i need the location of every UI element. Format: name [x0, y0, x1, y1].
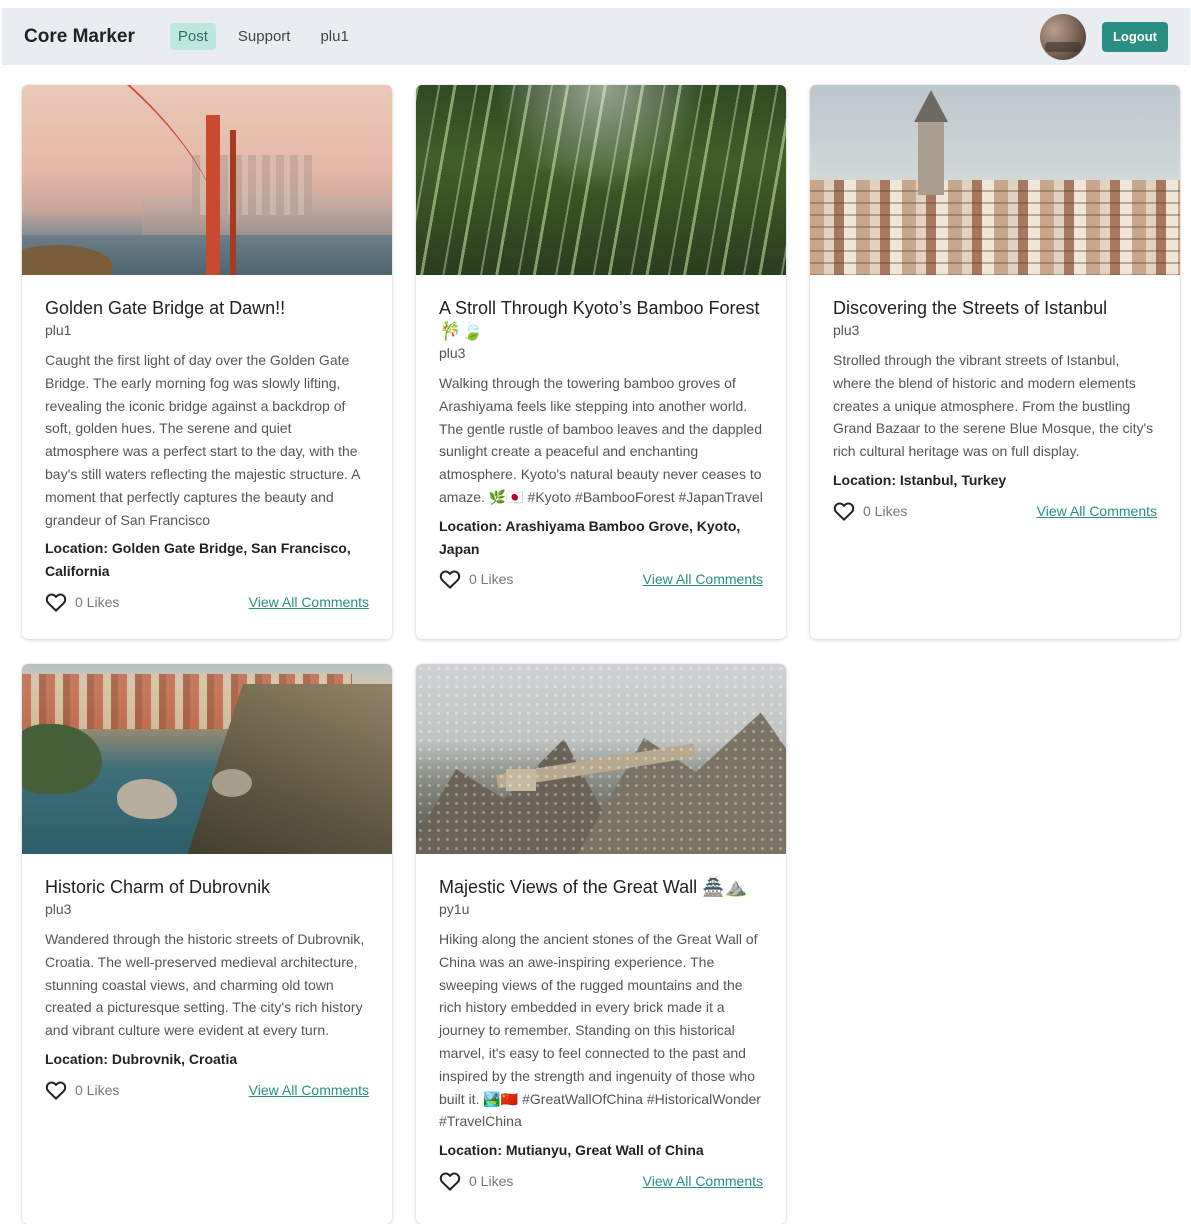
post-text: Hiking along the ancient stones of the G…	[439, 931, 761, 1130]
post-location: Location: Dubrovnik, Croatia	[45, 1050, 238, 1067]
post-card-istanbul: Discovering the Streets of Istanbul plu3…	[810, 85, 1180, 639]
post-location: Location: Istanbul, Turkey	[833, 471, 1007, 488]
card-footer: 0 Likes View All Comments	[833, 501, 1157, 521]
likes-count: 0 Likes	[863, 502, 908, 519]
view-comments-link[interactable]: View All Comments	[1037, 503, 1157, 519]
post-title: Golden Gate Bridge at Dawn!!	[45, 298, 286, 318]
likes-count: 0 Likes	[469, 571, 514, 588]
card-footer: 0 Likes View All Comments	[45, 1080, 369, 1100]
heart-icon[interactable]	[45, 592, 67, 612]
card-body: Discovering the Streets of Istanbul plu3…	[810, 275, 1180, 539]
post-text: Walking through the towering bamboo grov…	[439, 375, 763, 505]
card-body: A Stroll Through Kyoto’s Bamboo Forest 🎋…	[416, 275, 786, 607]
post-image	[22, 85, 392, 275]
post-title: Historic Charm of Dubrovnik	[45, 877, 271, 897]
post-location: Location: Golden Gate Bridge, San Franci…	[45, 540, 351, 580]
post-card-kyoto: A Stroll Through Kyoto’s Bamboo Forest 🎋…	[416, 85, 786, 639]
card-body: Majestic Views of the Great Wall 🏯⛰️ py1…	[416, 854, 786, 1209]
heart-icon[interactable]	[833, 501, 855, 521]
post-author: plu1	[45, 322, 72, 338]
card-footer: 0 Likes View All Comments	[45, 592, 369, 612]
post-card-golden-gate: Golden Gate Bridge at Dawn!! plu1 Caught…	[22, 85, 392, 639]
post-image	[416, 85, 786, 275]
brand-logo[interactable]: Core Marker	[24, 26, 135, 48]
post-location: Location: Arashiyama Bamboo Grove, Kyoto…	[439, 517, 741, 557]
post-text: Strolled through the vibrant streets of …	[833, 352, 1154, 460]
nav-link-post[interactable]: Post	[169, 23, 216, 50]
post-card-dubrovnik: Historic Charm of Dubrovnik plu3 Wandere…	[22, 664, 392, 1224]
navbar: Core Marker Post Support plu1 Logout	[2, 8, 1190, 65]
post-title: Majestic Views of the Great Wall 🏯⛰️	[439, 877, 747, 897]
post-card-great-wall: Majestic Views of the Great Wall 🏯⛰️ py1…	[416, 664, 786, 1224]
logout-button[interactable]: Logout	[1101, 21, 1168, 52]
post-image	[810, 85, 1180, 275]
post-author: py1u	[439, 901, 470, 917]
post-text: Wandered through the historic streets of…	[45, 931, 365, 1039]
card-footer: 0 Likes View All Comments	[439, 1171, 763, 1191]
card-body: Golden Gate Bridge at Dawn!! plu1 Caught…	[22, 275, 392, 630]
likes-count: 0 Likes	[75, 1081, 120, 1098]
heart-icon[interactable]	[439, 569, 461, 590]
nav-right: Logout	[1039, 13, 1168, 60]
view-comments-link[interactable]: View All Comments	[643, 1173, 763, 1189]
nav-link-user[interactable]: plu1	[312, 23, 356, 50]
view-comments-link[interactable]: View All Comments	[249, 594, 369, 610]
user-avatar[interactable]	[1039, 13, 1086, 60]
heart-icon[interactable]	[439, 1171, 461, 1191]
post-location: Location: Mutianyu, Great Wall of China	[439, 1142, 704, 1159]
post-image	[22, 664, 392, 854]
card-footer: 0 Likes View All Comments	[439, 569, 763, 590]
likes-count: 0 Likes	[469, 1172, 514, 1189]
post-image	[416, 664, 786, 854]
post-title: A Stroll Through Kyoto’s Bamboo Forest 🎋…	[439, 298, 760, 341]
post-author: plu3	[439, 345, 466, 361]
post-author: plu3	[45, 901, 72, 917]
view-comments-link[interactable]: View All Comments	[643, 571, 763, 587]
card-body: Historic Charm of Dubrovnik plu3 Wandere…	[22, 854, 392, 1118]
heart-icon[interactable]	[45, 1080, 67, 1100]
view-comments-link[interactable]: View All Comments	[249, 1082, 369, 1098]
post-author: plu3	[833, 322, 860, 338]
post-text: Caught the first light of day over the G…	[45, 352, 360, 528]
post-title: Discovering the Streets of Istanbul	[833, 298, 1108, 318]
likes-count: 0 Likes	[75, 593, 120, 610]
nav-link-support[interactable]: Support	[230, 23, 299, 50]
